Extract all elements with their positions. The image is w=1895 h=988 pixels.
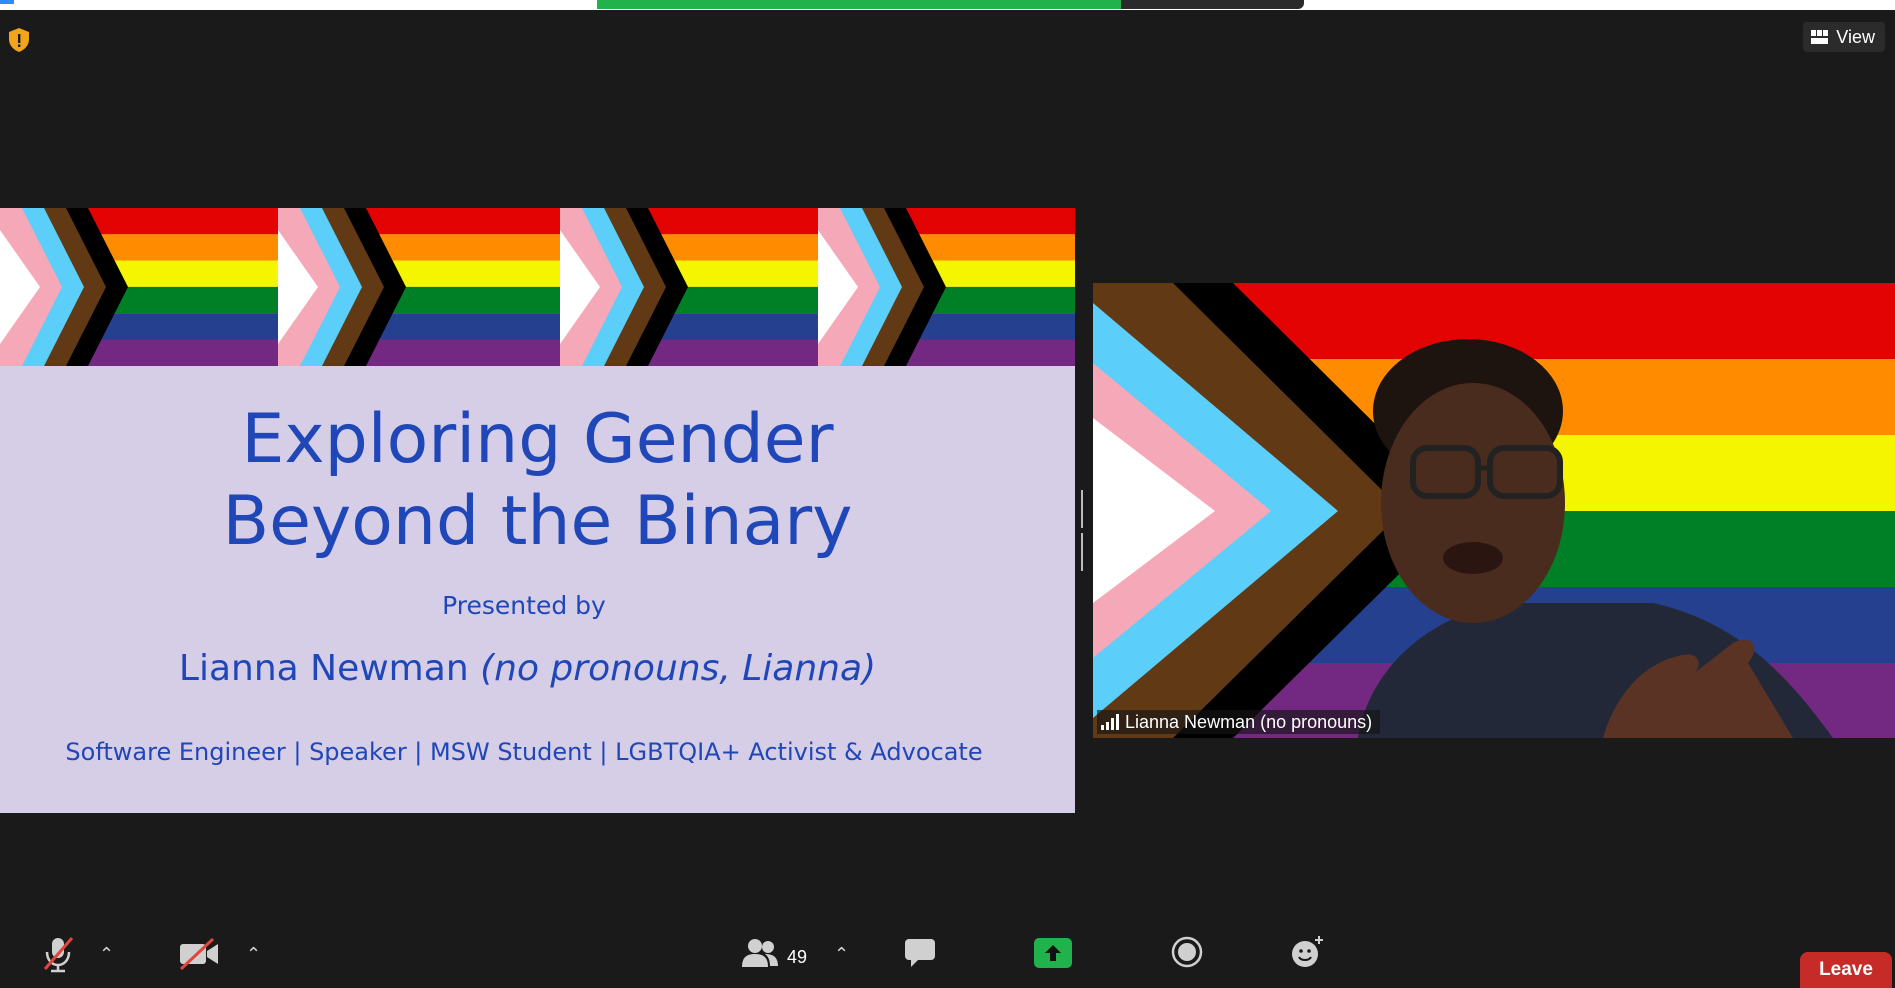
window-top-strip — [0, 0, 1895, 10]
start-video-button[interactable] — [176, 934, 222, 974]
stop-share-banner[interactable] — [1121, 0, 1304, 9]
presenter-roles: Software Engineer | Speaker | MSW Studen… — [65, 738, 983, 766]
video-options-chevron-up-icon[interactable]: ⌃ — [246, 944, 261, 965]
presenter-name: Lianna Newman — [178, 648, 469, 689]
connection-signal-icon — [1101, 714, 1119, 730]
view-button[interactable]: View — [1803, 22, 1885, 52]
slide-title-line1: Exploring Gender — [241, 400, 834, 479]
microphone-muted-icon — [43, 937, 74, 973]
participant-name: Lianna Newman (no pronouns) — [1125, 711, 1373, 732]
participant-video-tile[interactable]: Lianna Newman (no pronouns) — [1093, 283, 1895, 738]
presenter-line: Lianna Newman (no pronouns, Lianna) — [0, 648, 1055, 689]
sharing-banner[interactable] — [597, 0, 1121, 9]
camera-off-icon — [179, 937, 218, 971]
video-feed — [1093, 283, 1895, 738]
leave-meeting-button[interactable]: Leave — [1800, 952, 1892, 988]
reactions-button[interactable] — [1290, 934, 1326, 970]
smiley-add-icon — [1292, 936, 1323, 967]
grid-view-icon — [1811, 30, 1829, 44]
shield-icon[interactable] — [7, 27, 31, 53]
participants-count: 49 — [787, 947, 808, 967]
presented-by-text: Presented by — [442, 591, 606, 620]
view-label: View — [1836, 26, 1875, 47]
shared-screen-slide: Exploring Gender Beyond the Binary Prese… — [0, 208, 1075, 813]
chat-bubble-icon — [905, 939, 935, 967]
participants-button[interactable] — [740, 936, 780, 970]
record-button[interactable] — [1170, 935, 1204, 969]
slide-title-line2: Beyond the Binary — [222, 482, 853, 561]
participants-options-chevron-up-icon[interactable]: ⌃ — [834, 944, 849, 965]
participants-icon — [742, 939, 778, 967]
share-arrow-up-icon — [1045, 945, 1061, 961]
progress-flag-banner — [0, 208, 1075, 366]
panel-splitter-handle[interactable] — [1081, 490, 1087, 571]
unmute-button[interactable] — [38, 934, 78, 974]
record-icon — [1171, 936, 1203, 968]
audio-options-chevron-up-icon[interactable]: ⌃ — [99, 944, 114, 965]
chat-button[interactable] — [902, 936, 938, 970]
presenter-pronouns: (no pronouns, Lianna) — [480, 648, 877, 689]
top-accent — [0, 0, 14, 4]
share-screen-button[interactable] — [1034, 938, 1072, 968]
participant-name-tag: Lianna Newman (no pronouns) — [1097, 710, 1381, 734]
meeting-toolbar: ⌃ ⌃ 49 ⌃ Leave — [0, 920, 1895, 988]
